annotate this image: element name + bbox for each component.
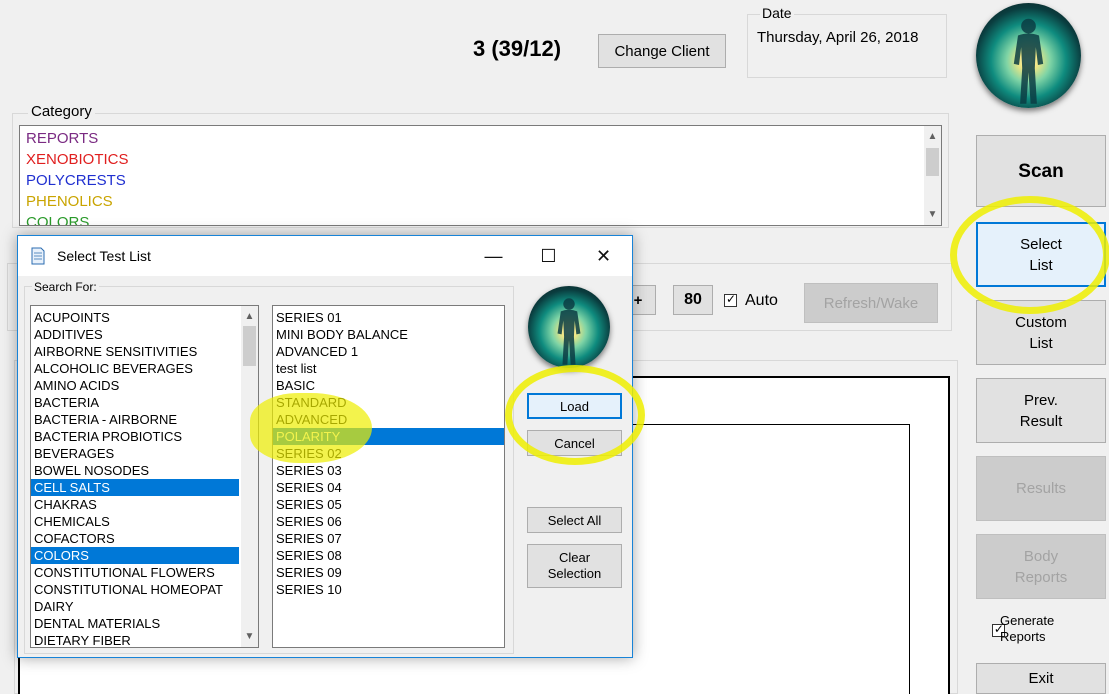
test-category-item[interactable]: COFACTORS (31, 530, 239, 547)
test-category-item[interactable]: CHAKRAS (31, 496, 239, 513)
body-reports-label: Body Reports (1014, 547, 1068, 586)
test-category-item[interactable]: DAIRY (31, 598, 239, 615)
close-icon: ✕ (595, 245, 612, 266)
highlight-ring-load-cancel (505, 365, 645, 465)
test-category-item[interactable]: CELL SALTS (31, 479, 239, 496)
test-category-item[interactable]: COLORS (31, 547, 239, 564)
test-series-item[interactable]: test list (273, 360, 504, 377)
test-series-item[interactable]: SERIES 05 (273, 496, 504, 513)
test-category-item[interactable]: BACTERIA (31, 394, 239, 411)
scroll-up-icon[interactable]: ▲ (241, 308, 258, 325)
scroll-down-icon[interactable]: ▼ (924, 206, 941, 223)
test-series-item[interactable]: SERIES 06 (273, 513, 504, 530)
scroll-up-icon[interactable]: ▲ (924, 128, 941, 145)
date-group (747, 14, 947, 78)
scroll-down-icon[interactable]: ▼ (241, 628, 258, 645)
search-label: Search For: (32, 280, 99, 294)
refresh-wake-button[interactable]: Refresh/Wake (804, 283, 938, 323)
category-item[interactable]: PHENOLICS (26, 191, 113, 212)
test-series-item[interactable]: SERIES 04 (273, 479, 504, 496)
test-series-item[interactable]: SERIES 10 (273, 581, 504, 598)
select-all-button[interactable]: Select All (527, 507, 622, 533)
highlight-ring-select-list (950, 196, 1109, 314)
test-category-item[interactable]: CONSTITUTIONAL HOMEOPAT (31, 581, 239, 598)
client-count: 3 (39/12) (473, 36, 562, 61)
close-button[interactable]: ✕ (576, 236, 631, 276)
maximize-button[interactable]: ☐ (521, 236, 576, 276)
test-category-item[interactable]: DIETARY FIBER (31, 632, 239, 647)
test-category-item[interactable]: BACTERIA - AIRBORNE (31, 411, 239, 428)
clear-selection-label: Clear Selection (547, 550, 602, 581)
body-reports-button[interactable]: Body Reports (976, 534, 1106, 599)
test-category-item[interactable]: CONSTITUTIONAL FLOWERS (31, 564, 239, 581)
test-category-item[interactable]: AIRBORNE SENSITIVITIES (31, 343, 239, 360)
auto-checkbox[interactable]: ✓ (724, 292, 737, 307)
test-category-item[interactable]: BEVERAGES (31, 445, 239, 462)
test-category-item[interactable]: BACTERIA PROBIOTICS (31, 428, 239, 445)
body-avatar-icon (528, 286, 610, 368)
exit-button[interactable]: Exit (976, 663, 1106, 694)
results-button[interactable]: Results (976, 456, 1106, 521)
maximize-icon: ☐ (540, 245, 557, 266)
date-value: Thursday, April 26, 2018 (757, 29, 919, 46)
level-value-button[interactable]: 80 (673, 285, 713, 315)
minimize-icon: — (484, 245, 503, 266)
test-series-item[interactable]: SERIES 08 (273, 547, 504, 564)
test-series-item[interactable]: BASIC (273, 377, 504, 394)
test-category-item[interactable]: ADDITIVES (31, 326, 239, 343)
category-item[interactable]: COLORS (26, 212, 89, 225)
category-item[interactable]: POLYCRESTS (26, 170, 126, 191)
highlight-series-selection (250, 393, 372, 463)
custom-list-label: Custom List (1015, 313, 1067, 352)
auto-label: Auto (745, 292, 778, 309)
categories-scrollbar[interactable]: ▲ ▼ (241, 306, 258, 647)
clear-selection-button[interactable]: Clear Selection (527, 544, 622, 588)
check-icon: ✓ (726, 292, 737, 306)
test-series-listbox[interactable]: SERIES 01 MINI BODY BALANCE ADVANCED 1 test… (272, 305, 505, 648)
minimize-button[interactable]: — (466, 236, 521, 276)
change-client-button[interactable]: Change Client (598, 34, 726, 68)
scroll-thumb[interactable] (926, 148, 939, 176)
scroll-thumb[interactable] (243, 326, 256, 366)
category-listbox[interactable]: ▲ ▼ REPORTS XENOBIOTICS POLYCRESTS PHENOLIC… (19, 125, 942, 226)
test-series-item[interactable]: SERIES 07 (273, 530, 504, 547)
category-item[interactable]: XENOBIOTICS (26, 149, 129, 170)
generate-reports-label: Generate Reports (1000, 613, 1055, 644)
test-category-item[interactable]: BOWEL NOSODES (31, 462, 239, 479)
date-label: Date (760, 5, 794, 21)
test-category-item[interactable]: ACUPOINTS (31, 309, 239, 326)
test-series-item[interactable]: SERIES 03 (273, 462, 504, 479)
category-item[interactable]: REPORTS (26, 128, 98, 149)
test-series-item[interactable]: MINI BODY BALANCE (273, 326, 504, 343)
test-category-item[interactable]: ALCOHOLIC BEVERAGES (31, 360, 239, 377)
test-series-item[interactable]: SERIES 09 (273, 564, 504, 581)
category-label: Category (28, 103, 95, 120)
test-series-item[interactable]: ADVANCED 1 (273, 343, 504, 360)
test-category-item[interactable]: AMINO ACIDS (31, 377, 239, 394)
prev-result-button[interactable]: Prev. Result (976, 378, 1106, 443)
body-avatar-icon (976, 3, 1081, 108)
dialog-titlebar[interactable]: Select Test List — ☐ ✕ (18, 236, 632, 276)
test-category-item[interactable]: DENTAL MATERIALS (31, 615, 239, 632)
test-category-item[interactable]: CHEMICALS (31, 513, 239, 530)
test-categories-listbox[interactable]: ▲ ▼ ACUPOINTS ADDITIVES AIRBORNE SENSITIVI… (30, 305, 259, 648)
category-scrollbar[interactable]: ▲ ▼ (924, 126, 941, 225)
prev-result-label: Prev. Result (1019, 391, 1063, 430)
graph-frame (626, 424, 910, 694)
dialog-title: Select Test List (57, 248, 151, 264)
document-icon (30, 247, 46, 265)
test-series-item[interactable]: SERIES 01 (273, 309, 504, 326)
